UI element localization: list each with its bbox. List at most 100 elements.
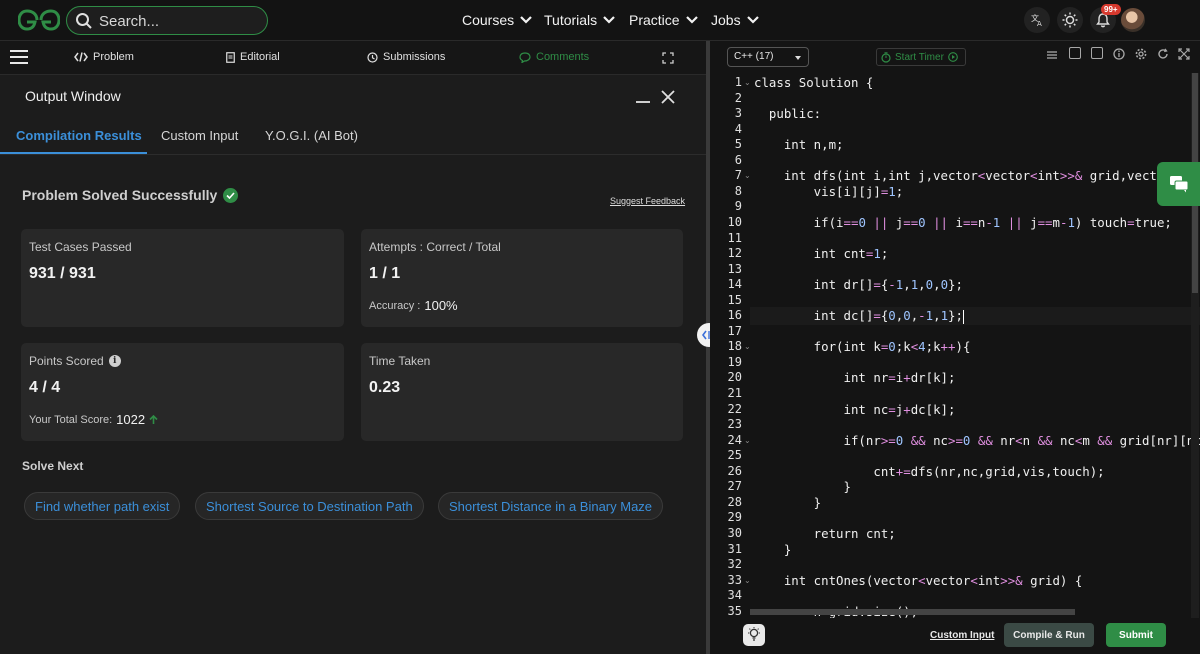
reset-icon[interactable]	[1157, 47, 1169, 59]
output-window-header: Output Window	[0, 75, 706, 117]
tab-submissions[interactable]: Submissions	[367, 51, 445, 63]
tab-submissions-label: Submissions	[383, 51, 446, 63]
submit-button[interactable]: Submit	[1106, 623, 1166, 647]
code-line[interactable]: }	[754, 479, 851, 494]
search-box[interactable]: Search...	[66, 6, 268, 35]
fold-chevron-icon[interactable]: ⌄	[744, 436, 751, 445]
line-number: 25	[727, 448, 742, 463]
start-timer-button[interactable]: Start Timer	[876, 48, 966, 66]
check-circle-icon	[223, 187, 239, 203]
chevron-down-icon	[603, 16, 615, 24]
test-cases-title: Test Cases Passed	[29, 240, 132, 254]
points-card: Points Scored i 4 / 4 Your Total Score: 10…	[21, 343, 344, 441]
search-input[interactable]: Search...	[99, 13, 159, 30]
editor-panel: C++ (17) Start Timer 1 ⌄ 2 3 4 5 6 7 ⌄ 8 9 10 11 12 13…	[710, 41, 1200, 654]
code-line[interactable]: cnt+=dfs(nr,nc,grid,vis,touch);	[754, 464, 1104, 479]
code-editor[interactable]: 1 ⌄ 2 3 4 5 6 7 ⌄ 8 9 10 11 12 13 14 15 16 17 18 ⌄ 19 20 21 22 23…	[710, 73, 1200, 618]
line-number: 2	[734, 90, 742, 105]
menu-lines-icon[interactable]	[1047, 47, 1057, 59]
points-value: 4 / 4	[29, 379, 61, 396]
comment-icon	[519, 51, 531, 63]
suggest-feedback-link[interactable]: Suggest Feedback	[610, 196, 685, 206]
code-line[interactable]: int nc=j+dc[k];	[754, 402, 956, 417]
code-line[interactable]: public:	[754, 106, 821, 121]
tab-custom-input[interactable]: Custom Input	[161, 128, 238, 143]
line-number: 10	[727, 214, 742, 229]
solve-next-chip[interactable]: Shortest Source to Destination Path	[195, 492, 424, 520]
line-number: 27	[727, 479, 742, 494]
lightbulb-hint-icon[interactable]	[743, 624, 765, 646]
fullscreen-icon[interactable]	[662, 52, 674, 64]
solve-next-chip[interactable]: Find whether path exist	[24, 492, 181, 520]
attempts-value: 1 / 1	[369, 265, 401, 282]
solve-next-chip[interactable]: Shortest Distance in a Binary Maze	[438, 492, 664, 520]
code-line[interactable]: int cnt=1;	[754, 246, 889, 261]
document-icon	[226, 51, 235, 63]
vertical-scrollbar[interactable]	[1191, 73, 1199, 618]
language-select[interactable]: C++ (17)	[727, 47, 809, 67]
total-score-value: 1022	[116, 412, 146, 427]
nav-courses[interactable]: Courses	[462, 12, 532, 28]
line-number: 20	[727, 370, 742, 385]
tab-yogi-ai-bot[interactable]: Y.O.G.I. (AI Bot)	[265, 128, 358, 143]
line-number: 17	[727, 323, 742, 338]
code-line[interactable]: int nr=i+dr[k];	[754, 370, 956, 385]
tab-editorial[interactable]: Editorial	[226, 51, 280, 63]
custom-input-link[interactable]: Custom Input	[930, 630, 994, 641]
settings-gear-icon[interactable]	[1135, 47, 1147, 60]
copy-icon[interactable]	[1069, 47, 1081, 59]
tab-comments[interactable]: Comments	[519, 51, 589, 63]
code-line[interactable]: return cnt;	[754, 526, 896, 541]
info-icon[interactable]	[1113, 47, 1125, 60]
nav-practice[interactable]: Practice	[629, 12, 698, 28]
line-number: 21	[727, 386, 742, 400]
code-line[interactable]: }	[754, 542, 791, 557]
problem-subtabs: Problem Editorial Submissions Comments	[0, 41, 706, 75]
code-line[interactable]: int cntOnes(vector<vector<int>>& grid) {	[754, 573, 1082, 588]
chat-icon[interactable]	[1157, 162, 1200, 206]
line-number: 24	[727, 432, 742, 447]
compile-run-button[interactable]: Compile & Run	[1004, 623, 1094, 647]
fold-chevron-icon[interactable]: ⌄	[744, 171, 751, 180]
user-avatar[interactable]	[1121, 8, 1145, 32]
code-line[interactable]: for(int k=0;k<4;k++){	[754, 339, 971, 354]
active-tab-indicator	[0, 152, 147, 154]
line-number: 15	[727, 292, 742, 307]
code-line[interactable]: }	[754, 495, 821, 510]
fold-chevron-icon[interactable]: ⌄	[744, 342, 751, 351]
line-number: 23	[727, 417, 742, 432]
nav-tutorials[interactable]: Tutorials	[544, 12, 615, 28]
expand-icon[interactable]	[1178, 47, 1190, 60]
time-title: Time Taken	[369, 354, 431, 368]
horizontal-scrollbar[interactable]	[750, 609, 1190, 617]
code-line[interactable]: int dfs(int i,int j,vector<vector<int>>&…	[754, 168, 1200, 183]
attempts-card: Attempts : Correct / Total 1 / 1 Accurac…	[361, 229, 683, 327]
nav-jobs-label: Jobs	[711, 12, 741, 28]
tab-compilation-results[interactable]: Compilation Results	[16, 128, 142, 143]
code-line[interactable]: if(nr>=0 && nc>=0 && nr<n && nc<m && gri…	[754, 433, 1200, 448]
editor-footer: Custom Input Compile & Run Submit	[710, 618, 1200, 654]
hamburger-menu-icon[interactable]	[10, 50, 28, 65]
gfg-logo[interactable]	[18, 9, 60, 31]
info-icon[interactable]: i	[108, 355, 121, 367]
line-number: 8	[734, 183, 742, 198]
nav-jobs[interactable]: Jobs	[711, 12, 759, 28]
output-window-title: Output Window	[25, 88, 121, 104]
code-line[interactable]: int dr[]={-1,1,0,0};	[754, 277, 963, 292]
test-cases-card: Test Cases Passed 931 / 931	[21, 229, 344, 327]
code-line[interactable]: class Solution {	[754, 75, 873, 90]
line-number: 13	[727, 261, 742, 276]
code-line[interactable]: if(i==0 || j==0 || i==n-1 || j==m-1) tou…	[754, 215, 1172, 230]
line-number: 35	[727, 603, 742, 618]
import-icon[interactable]	[1091, 47, 1103, 59]
theme-toggle-sun-icon[interactable]	[1057, 7, 1083, 33]
fold-chevron-icon[interactable]: ⌄	[744, 78, 751, 87]
close-icon[interactable]	[660, 89, 676, 105]
minimize-icon[interactable]	[636, 101, 650, 103]
code-line[interactable]: vis[i][j]=1;	[754, 184, 904, 199]
code-line[interactable]: int n,m;	[754, 137, 844, 152]
fold-chevron-icon[interactable]: ⌄	[744, 576, 751, 585]
code-line[interactable]: int dc[]={0,0,-1,1};	[754, 308, 964, 324]
tab-problem[interactable]: Problem	[74, 51, 134, 63]
translate-icon[interactable]: 文A	[1024, 7, 1050, 33]
